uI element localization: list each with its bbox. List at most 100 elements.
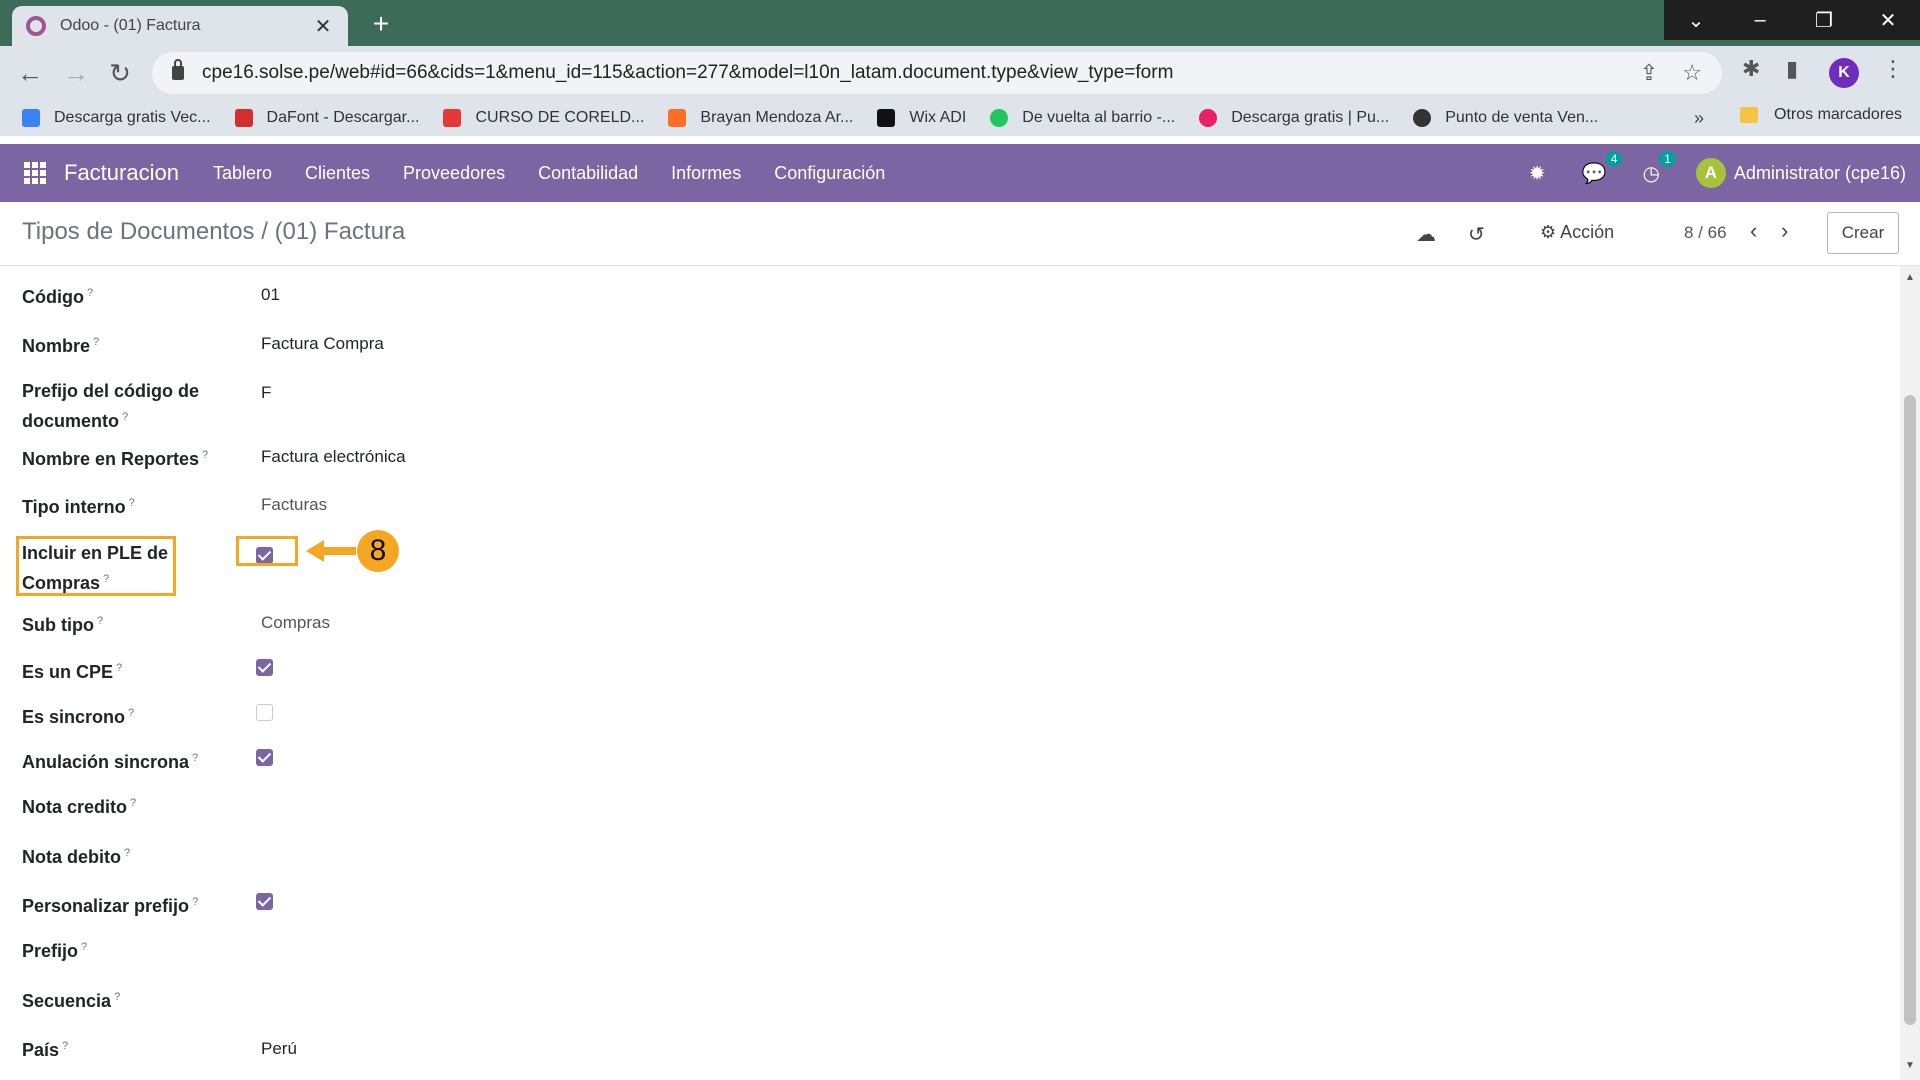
- bookmark-item[interactable]: Descarga gratis | Pu...: [1199, 109, 1389, 127]
- menu-contabilidad[interactable]: Contabilidad: [538, 163, 638, 184]
- messages-icon[interactable]: 💬 4: [1582, 150, 1623, 186]
- field-label: Sub tipo?: [22, 615, 104, 635]
- prefijo-codigo-value[interactable]: F: [261, 380, 271, 406]
- anulacion-sincrona-checkbox[interactable]: [256, 749, 273, 766]
- field-label: Prefijo?: [22, 941, 88, 961]
- youtube-icon: [443, 109, 462, 127]
- other-bookmarks-folder[interactable]: Otros marcadores: [1740, 106, 1902, 124]
- user-avatar[interactable]: A: [1695, 158, 1726, 188]
- activities-badge: 1: [1659, 150, 1676, 167]
- gitlab-icon: [668, 109, 687, 127]
- close-tab-icon[interactable]: ✕: [312, 14, 334, 39]
- apps-menu-icon[interactable]: [24, 162, 46, 184]
- help-icon[interactable]: ?: [116, 662, 122, 674]
- odoo-navbar: Facturacion Tablero Clientes Proveedores…: [0, 144, 1920, 202]
- help-icon[interactable]: ?: [192, 752, 198, 764]
- side-panel-icon[interactable]: ▮: [1786, 56, 1798, 82]
- help-icon[interactable]: ?: [129, 497, 135, 509]
- field-label: Código?: [22, 287, 94, 307]
- menu-clientes[interactable]: Clientes: [305, 163, 370, 184]
- bookmark-icon: [1199, 109, 1218, 127]
- help-icon[interactable]: ?: [202, 449, 208, 461]
- bookmark-item[interactable]: De vuelta al barrio -...: [990, 109, 1175, 127]
- help-icon[interactable]: ?: [97, 615, 103, 627]
- help-icon[interactable]: ?: [114, 991, 120, 1003]
- help-icon[interactable]: ?: [124, 847, 130, 859]
- play-icon: [990, 109, 1009, 127]
- nombre-reportes-value[interactable]: Factura electrónica: [261, 444, 406, 470]
- back-icon[interactable]: ←: [14, 58, 46, 89]
- pais-value[interactable]: Perú: [261, 1036, 297, 1062]
- control-panel: Tipos de Documentos / (01) Factura ☁ ↺ ⚙…: [0, 202, 1920, 266]
- help-icon[interactable]: ?: [122, 411, 128, 423]
- scrollbar-thumb[interactable]: [1904, 395, 1916, 1025]
- bookmark-label: CURSO DE CORELD...: [475, 109, 645, 126]
- bookmark-item[interactable]: Wix ADI: [877, 109, 966, 127]
- share-icon[interactable]: ⇪: [1640, 60, 1658, 86]
- tab-title: Odoo - (01) Factura: [60, 17, 201, 34]
- bookmark-icon: [22, 109, 40, 127]
- bookmark-label: Descarga gratis Vec...: [54, 109, 211, 126]
- browser-menu-icon[interactable]: ⋮: [1882, 56, 1904, 82]
- menu-tablero[interactable]: Tablero: [213, 163, 272, 184]
- scroll-down-icon[interactable]: ▼: [1904, 1060, 1916, 1071]
- more-bookmarks-icon[interactable]: »: [1694, 108, 1704, 129]
- field-label: Nota credito?: [22, 797, 137, 817]
- bookmark-label: Descarga gratis | Pu...: [1231, 109, 1390, 126]
- help-icon[interactable]: ?: [81, 941, 87, 953]
- help-icon[interactable]: ?: [87, 287, 93, 299]
- activities-clock-icon[interactable]: ◷ 1: [1642, 150, 1676, 186]
- field-label: Nombre en Reportes?: [22, 449, 209, 469]
- url-text[interactable]: cpe16.solse.pe/web#id=66&cids=1&menu_id=…: [202, 62, 1616, 84]
- discard-undo-icon[interactable]: ↺: [1468, 222, 1485, 247]
- close-window-icon[interactable]: ✕: [1856, 0, 1920, 40]
- pager-previous-icon[interactable]: ‹: [1750, 218, 1757, 244]
- extensions-icon[interactable]: ✱: [1742, 56, 1760, 82]
- personalizar-prefijo-checkbox[interactable]: [256, 893, 273, 910]
- scroll-up-icon[interactable]: ▲: [1904, 272, 1916, 283]
- bookmark-item[interactable]: Brayan Mendoza Ar...: [668, 109, 853, 127]
- es-cpe-checkbox[interactable]: [256, 659, 273, 676]
- bookmark-item[interactable]: Punto de venta Ven...: [1413, 109, 1598, 127]
- menu-configuracion[interactable]: Configuración: [774, 163, 885, 184]
- tab-search-icon[interactable]: ⌄: [1664, 0, 1728, 40]
- restore-icon[interactable]: ❐: [1792, 0, 1856, 40]
- bookmark-label: Wix ADI: [909, 109, 967, 126]
- wix-icon: [877, 109, 896, 127]
- address-bar[interactable]: cpe16.solse.pe/web#id=66&cids=1&menu_id=…: [152, 52, 1722, 94]
- help-icon[interactable]: ?: [130, 797, 136, 809]
- create-button[interactable]: Crear: [1827, 212, 1899, 254]
- breadcrumb[interactable]: Tipos de Documentos / (01) Factura: [22, 218, 405, 246]
- minimize-icon[interactable]: –: [1728, 0, 1792, 40]
- new-tab-icon[interactable]: +: [366, 8, 396, 40]
- debug-bug-icon[interactable]: ✹: [1529, 161, 1546, 186]
- reload-icon[interactable]: ↻: [104, 58, 136, 89]
- bookmark-star-icon[interactable]: ☆: [1682, 60, 1702, 86]
- nombre-value[interactable]: Factura Compra: [261, 331, 384, 357]
- help-icon[interactable]: ?: [192, 896, 198, 908]
- save-cloud-icon[interactable]: ☁: [1416, 222, 1436, 247]
- bookmark-item[interactable]: Descarga gratis Vec...: [22, 109, 211, 127]
- bookmark-item[interactable]: CURSO DE CORELD...: [443, 109, 644, 127]
- codigo-value[interactable]: 01: [261, 282, 280, 308]
- sub-tipo-select[interactable]: Compras: [261, 610, 330, 636]
- browser-tab[interactable]: Odoo - (01) Factura ✕: [12, 6, 348, 46]
- field-label: Es sincrono?: [22, 707, 135, 727]
- user-menu[interactable]: Administrator (cpe16): [1734, 163, 1906, 184]
- action-menu[interactable]: ⚙ Acción: [1540, 222, 1614, 243]
- pager-value[interactable]: 8 / 66: [1684, 223, 1727, 243]
- menu-proveedores[interactable]: Proveedores: [403, 163, 505, 184]
- bookmark-item[interactable]: DaFont - Descargar...: [234, 109, 419, 127]
- help-icon[interactable]: ?: [93, 336, 99, 348]
- odoo-favicon-icon: [26, 16, 46, 36]
- tipo-interno-select[interactable]: Facturas: [261, 492, 327, 518]
- pager-next-icon[interactable]: ›: [1781, 218, 1788, 244]
- help-icon[interactable]: ?: [128, 707, 134, 719]
- menu-informes[interactable]: Informes: [671, 163, 741, 184]
- field-label: País?: [22, 1040, 69, 1060]
- app-name[interactable]: Facturacion: [64, 160, 179, 186]
- profile-avatar[interactable]: K: [1829, 58, 1859, 88]
- help-icon[interactable]: ?: [62, 1040, 68, 1052]
- es-sincrono-checkbox[interactable]: [256, 704, 273, 721]
- forward-icon[interactable]: →: [60, 58, 92, 89]
